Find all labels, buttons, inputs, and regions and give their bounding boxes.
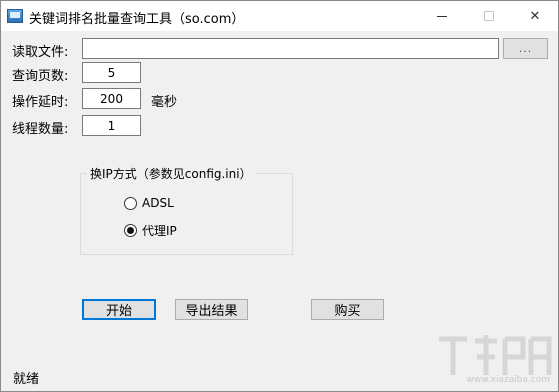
minimize-icon: [437, 15, 447, 17]
radio-proxy-ip[interactable]: 代理IP: [124, 222, 177, 239]
radio-adsl-label: ADSL: [142, 196, 174, 210]
pages-label: 查询页数:: [12, 69, 69, 84]
radio-checked-icon: [124, 224, 137, 237]
close-button[interactable]: ✕: [512, 1, 558, 31]
pages-input[interactable]: 5: [82, 62, 141, 83]
maximize-button[interactable]: [466, 1, 512, 31]
window-title: 关键词排名批量查询工具（so.com）: [29, 12, 245, 27]
maximize-icon: [484, 11, 494, 21]
radio-adsl[interactable]: ADSL: [124, 196, 174, 210]
title-bar: 关键词排名批量查询工具（so.com） ✕: [1, 1, 558, 31]
minimize-button[interactable]: [419, 1, 465, 31]
close-icon: ✕: [529, 8, 541, 24]
start-button[interactable]: 开始: [82, 299, 156, 320]
status-text: 就绪: [13, 372, 40, 387]
watermark-text: www.xiazaiba.com: [466, 375, 550, 385]
delay-unit: 毫秒: [151, 95, 178, 110]
buy-button[interactable]: 购买: [311, 299, 384, 320]
threads-label: 线程数量:: [12, 122, 69, 137]
browse-button[interactable]: ...: [503, 38, 548, 59]
read-file-label: 读取文件:: [12, 45, 69, 60]
app-window: 关键词排名批量查询工具（so.com） ✕ 读取文件: ... 查询页数: 5 …: [0, 0, 559, 392]
app-icon: [7, 9, 23, 23]
read-file-input[interactable]: [82, 38, 499, 59]
export-results-button[interactable]: 导出结果: [175, 299, 248, 320]
watermark-logo: www.xiazaiba.com: [431, 331, 556, 389]
delay-input[interactable]: 200: [82, 88, 141, 109]
delay-label: 操作延时:: [12, 95, 69, 110]
ip-mode-group-title: 换IP方式（参数见config.ini）: [87, 165, 255, 182]
threads-input[interactable]: 1: [82, 115, 141, 136]
radio-proxy-ip-label: 代理IP: [142, 224, 177, 238]
radio-icon: [124, 196, 137, 210]
ip-mode-group: [80, 173, 293, 255]
